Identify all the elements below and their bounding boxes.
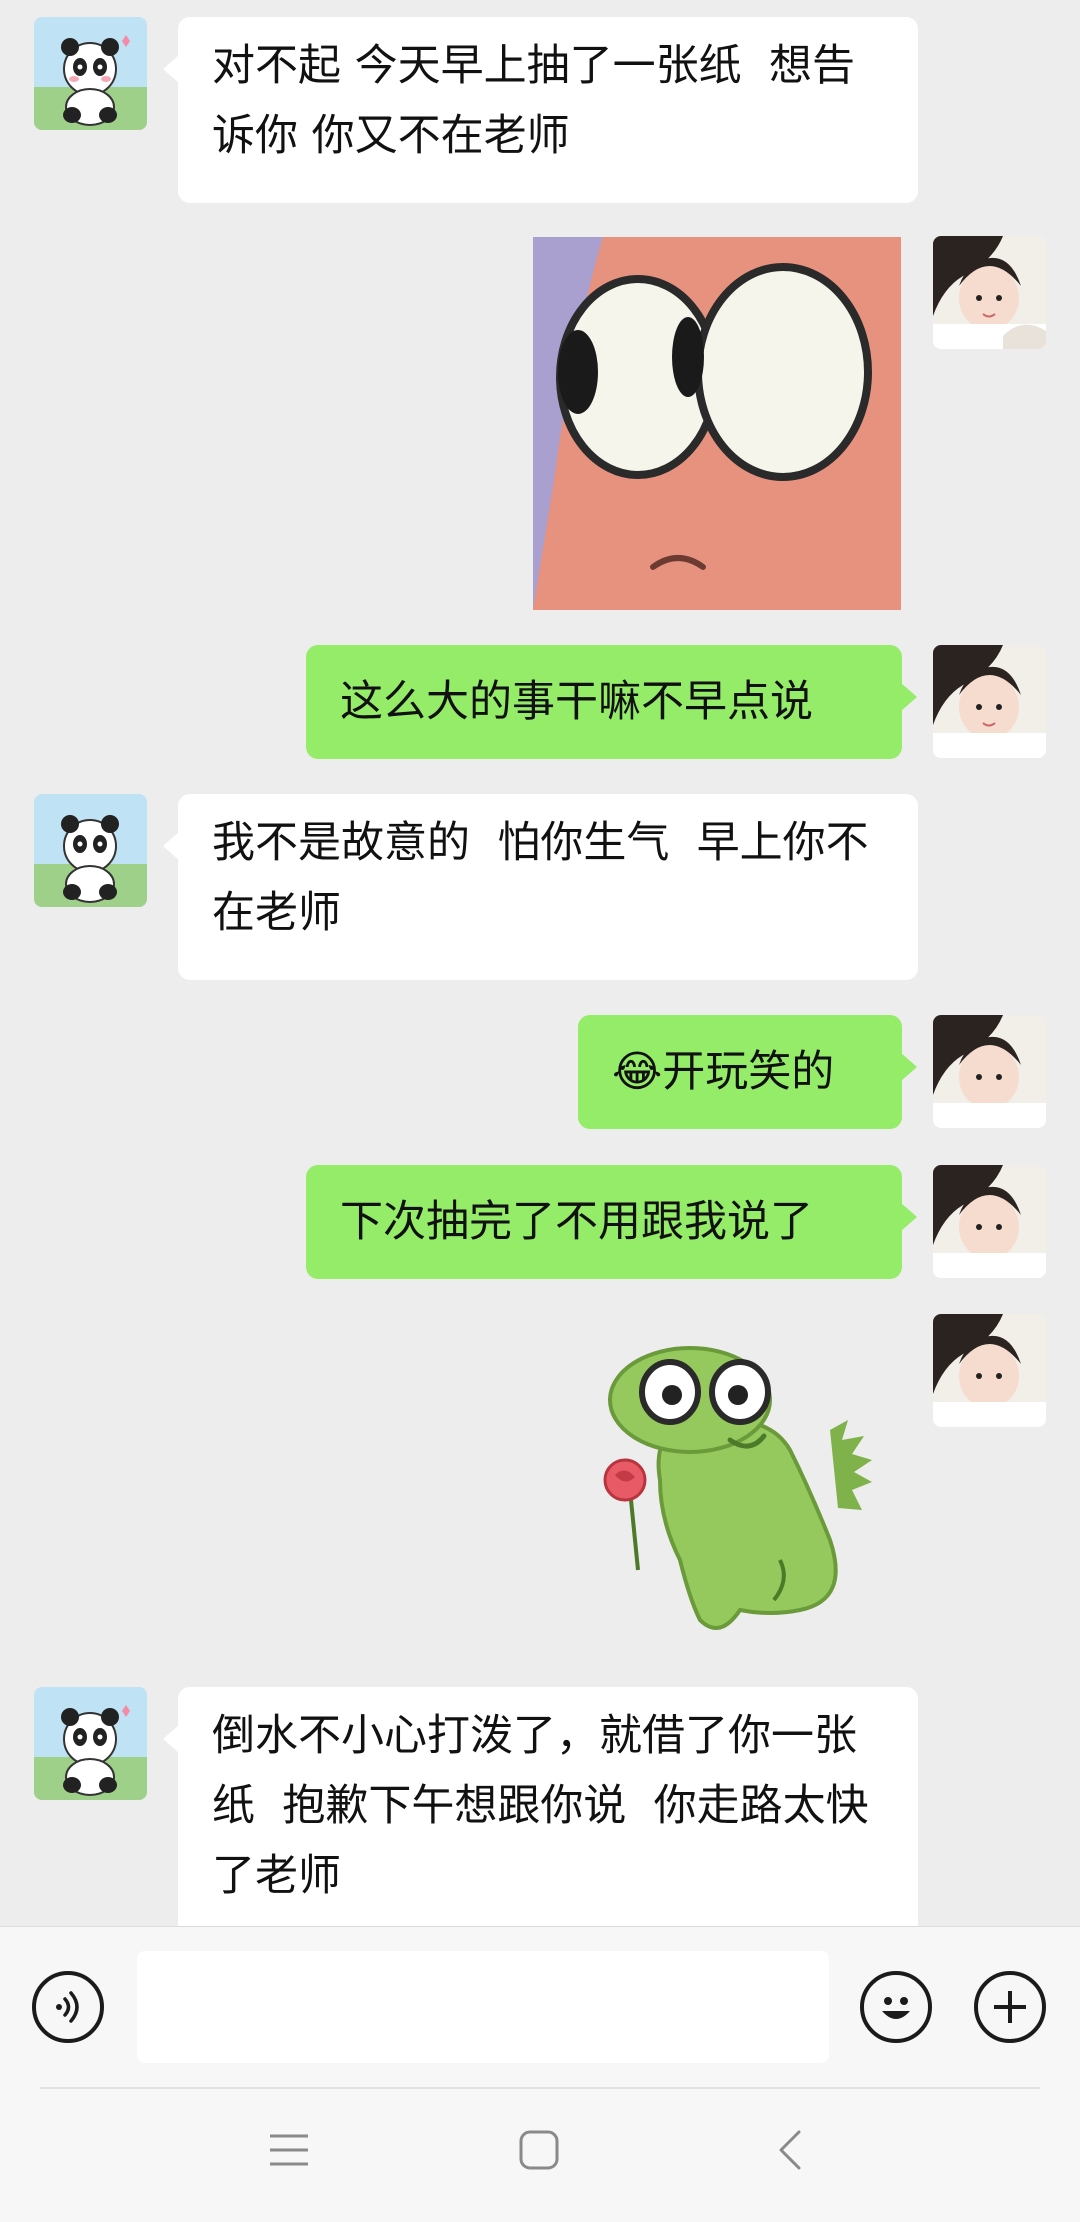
user-avatar[interactable]: [933, 645, 1046, 758]
message-bubble-sent[interactable]: 这么大的事干嘛不早点说: [306, 645, 917, 759]
plus-icon[interactable]: [974, 1971, 1046, 2043]
chat-input-bar: [0, 1926, 1080, 2222]
divider: [40, 2087, 1040, 2089]
emoji-icon[interactable]: [860, 1971, 932, 2043]
message-bubble-received[interactable]: 倒水不小心打泼了，就借了你一张纸 抱歉下午想跟你说 你走路太快了老师: [163, 1687, 918, 1943]
message-input[interactable]: [137, 1951, 829, 2063]
user-avatar[interactable]: [933, 1165, 1046, 1278]
voice-icon[interactable]: [32, 1971, 104, 2043]
green-dinosaur-rose-sticker[interactable]: [580, 1340, 880, 1640]
message-bubble-received[interactable]: 我不是故意的 怕你生气 早上你不在老师: [163, 794, 918, 980]
home-icon[interactable]: [518, 2129, 560, 2175]
back-icon[interactable]: [775, 2129, 805, 2175]
user-avatar[interactable]: [933, 236, 1046, 349]
message-bubble-sent[interactable]: 😂开玩笑的: [578, 1015, 917, 1129]
patrick-star-eyes-sticker[interactable]: [533, 237, 901, 610]
contact-avatar-panda[interactable]: [34, 17, 147, 130]
contact-avatar-panda[interactable]: [34, 794, 147, 907]
user-avatar[interactable]: [933, 1015, 1046, 1128]
user-avatar[interactable]: [933, 1314, 1046, 1427]
contact-avatar-panda[interactable]: [34, 1687, 147, 1800]
menu-icon[interactable]: [268, 2132, 310, 2172]
message-bubble-sent[interactable]: 下次抽完了不用跟我说了: [306, 1165, 917, 1279]
message-bubble-received[interactable]: 对不起 今天早上抽了一张纸 想告诉你 你又不在老师: [163, 17, 918, 203]
